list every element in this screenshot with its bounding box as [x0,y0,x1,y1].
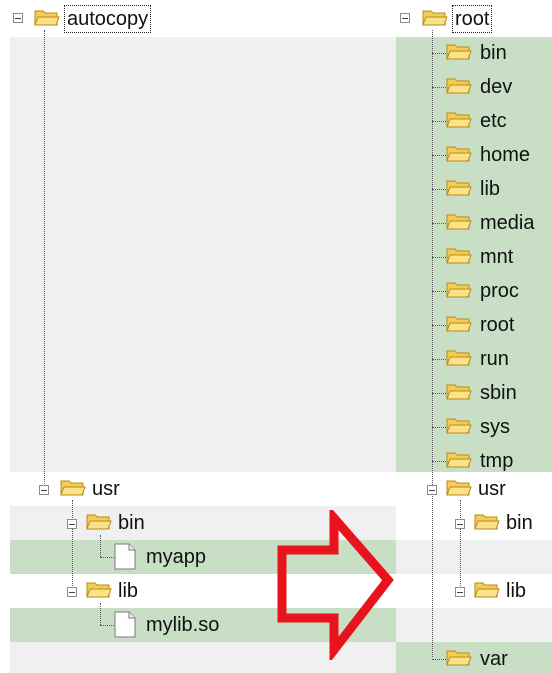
tree-line [72,500,73,590]
tree-label[interactable]: mylib.so [146,612,219,638]
right-pane-highlight [396,37,552,472]
tree-line [432,87,446,88]
tree-label[interactable]: sys [480,414,510,440]
folder-icon [446,349,472,367]
folder-icon [34,9,60,27]
tree-line [432,359,446,360]
folder-icon [86,513,112,531]
tree-line [100,535,101,557]
folder-icon [446,111,472,129]
right-row-background-myapp [396,540,552,574]
tree-line [44,30,45,490]
folder-icon [446,145,472,163]
folder-icon [446,451,472,469]
tree-line [432,189,446,190]
tree-line [460,500,461,590]
tree-line [432,659,446,660]
folder-icon [446,179,472,197]
tree-line [432,427,446,428]
collapse-icon[interactable] [455,519,465,529]
tree-label[interactable]: root [480,312,514,338]
right-row-background-mylib [396,608,552,642]
tree-label[interactable]: dev [480,74,512,100]
tree-label[interactable]: home [480,142,530,168]
folder-icon [446,649,472,667]
collapse-icon[interactable] [13,13,23,23]
tree-label[interactable]: lib [506,578,526,604]
tree-line [432,155,446,156]
tree-label[interactable]: bin [480,40,507,66]
collapse-icon[interactable] [67,519,77,529]
tree-line [432,461,446,462]
folder-icon [60,479,86,497]
tree-label[interactable]: run [480,346,509,372]
right-row-highlight-var [396,642,552,673]
tree-label[interactable]: usr [478,476,506,502]
folder-icon [446,281,472,299]
collapse-icon[interactable] [455,587,465,597]
folder-icon [446,77,472,95]
tree-label[interactable]: media [480,210,534,236]
tree-line [100,557,114,558]
tree-line [432,291,446,292]
file-icon [114,611,136,638]
tree-label[interactable]: bin [506,510,533,536]
tree-label[interactable]: etc [480,108,507,134]
tree-line [432,121,446,122]
tree-label[interactable]: lib [118,578,138,604]
tree-line [432,53,446,54]
folder-icon [446,43,472,61]
tree-label[interactable]: root [452,5,493,33]
folder-icon [446,417,472,435]
tree-line [432,257,446,258]
tree-label[interactable]: usr [92,476,120,502]
folder-icon [446,383,472,401]
folder-icon [446,315,472,333]
folder-icon [446,479,472,497]
file-icon [114,543,136,570]
tree-label[interactable]: proc [480,278,519,304]
tree-line [100,603,101,625]
tree-label[interactable]: lib [480,176,500,202]
tree-line [432,223,446,224]
folder-icon [422,9,448,27]
left-pane-background [10,37,396,472]
folder-icon [446,247,472,265]
folder-icon [86,581,112,599]
folder-icon [474,513,500,531]
folder-icon [474,581,500,599]
copy-direction-arrow [277,510,394,660]
tree-line [432,30,433,657]
folder-icon [446,213,472,231]
tree-label[interactable]: autocopy [64,5,152,33]
tree-line [100,625,114,626]
tree-label[interactable]: var [480,646,508,672]
tree-line [432,393,446,394]
tree-label[interactable]: sbin [480,380,517,406]
tree-label[interactable]: bin [118,510,145,536]
collapse-icon[interactable] [427,485,437,495]
collapse-icon[interactable] [67,587,77,597]
tree-label[interactable]: tmp [480,448,513,474]
tree-label[interactable]: myapp [146,544,206,570]
tree-line [432,325,446,326]
collapse-icon[interactable] [400,13,410,23]
collapse-icon[interactable] [39,485,49,495]
tree-label[interactable]: mnt [480,244,513,270]
